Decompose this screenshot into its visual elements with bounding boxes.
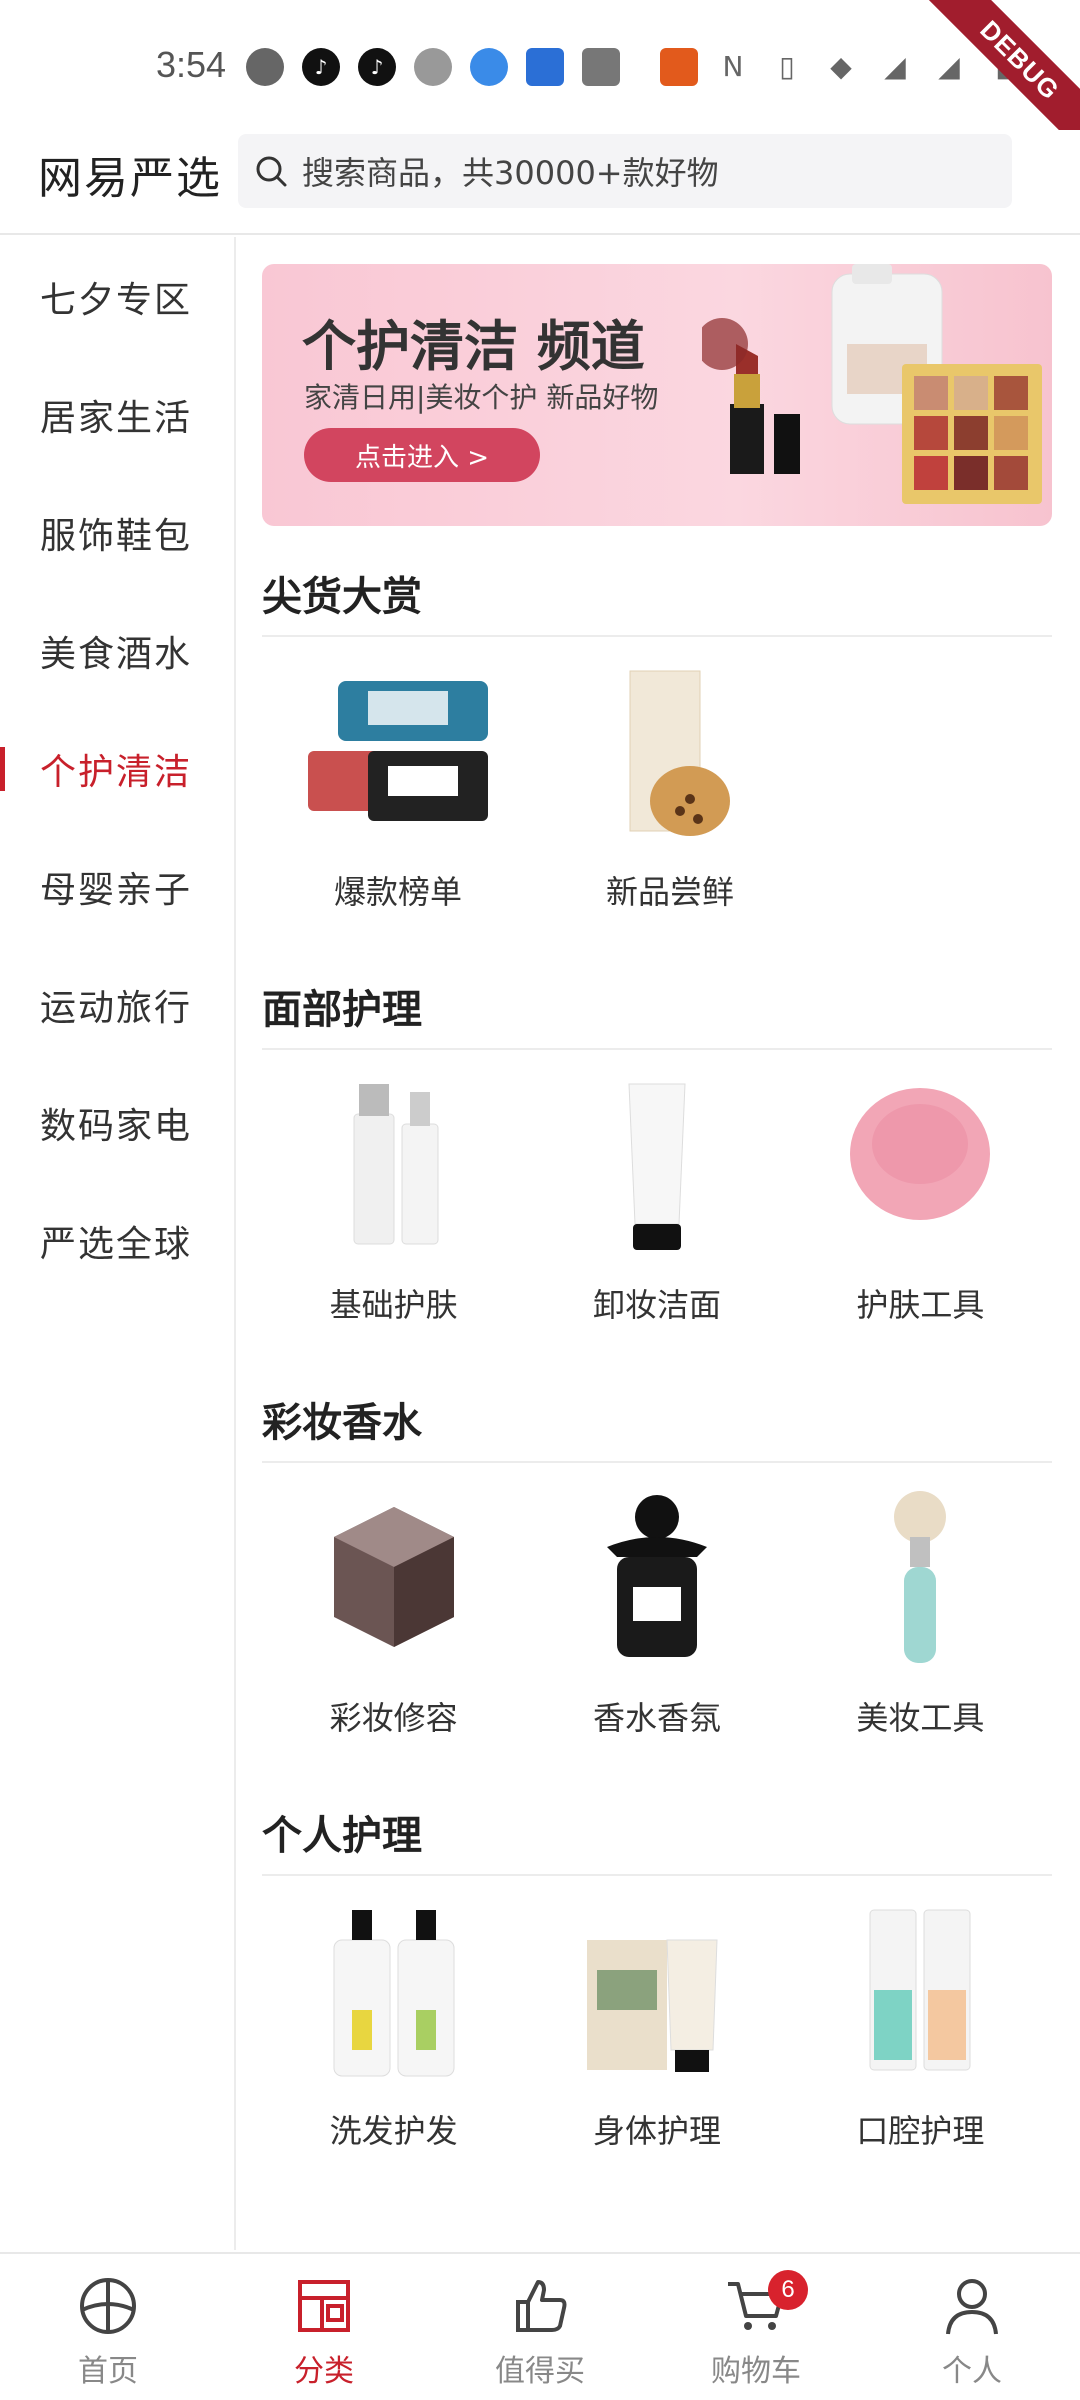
category-item[interactable]: 爆款榜单 [262, 661, 534, 913]
tab-cart[interactable]: 购物车 6 [648, 2254, 864, 2400]
category-content: 个护清洁 频道 家清日用|美妆个护 新品好物 点击进入 > 尖货大赏 爆款榜单 … [238, 237, 1080, 2250]
header: 网易严选 搜索商品，共30000+款好物 [0, 130, 1080, 235]
cart-count-badge: 6 [768, 2270, 808, 2310]
category-item-label: 口腔护理 [856, 2112, 985, 2150]
wallet-icon [582, 48, 620, 86]
compact-icon [304, 1487, 484, 1667]
app-notification-icon [246, 48, 284, 86]
tab-label: 首页 [78, 2354, 138, 2389]
search-placeholder: 搜索商品，共30000+款好物 [302, 154, 719, 192]
category-item-label: 卸妆洁面 [592, 1286, 721, 1324]
body-lotion-icon [567, 1900, 747, 2080]
brand-logo: 网易严选 [38, 153, 222, 204]
category-item[interactable]: 护肤工具 [789, 1074, 1052, 1326]
category-item[interactable]: 美妆工具 [789, 1487, 1052, 1739]
status-bar: 3:54 ♪ ♪ N ▯ ◆ ◢ ◢ ▮ DEBUG [0, 0, 1080, 168]
search-input[interactable]: 搜索商品，共30000+款好物 [238, 134, 1012, 208]
tab-home[interactable]: 首页 [0, 2254, 216, 2400]
tab-category[interactable]: 分类 [216, 2254, 432, 2400]
category-item-label: 美妆工具 [856, 1699, 985, 1737]
tab-label: 值得买 [495, 2354, 585, 2389]
notification-icons: ♪ ♪ [246, 44, 698, 90]
sidebar-item-home-living[interactable]: 居家生活 [0, 375, 236, 455]
section-title: 尖货大赏 [262, 557, 1052, 637]
banner-title: 个护清洁 频道 [302, 315, 645, 378]
sidebar-item-personal-care[interactable]: 个护清洁 [0, 729, 236, 809]
category-item-label: 新品尝鲜 [605, 873, 734, 911]
milk-tea-product-icon [580, 661, 760, 841]
sidebar-item-food-drinks[interactable]: 美食酒水 [0, 611, 236, 691]
banner-product-image [702, 264, 1042, 504]
vibrate-icon: ▯ [779, 49, 795, 83]
category-item-label: 香水香氛 [592, 1699, 721, 1737]
section-title: 个人护理 [262, 1796, 1052, 1876]
tab-profile[interactable]: 个人 [864, 2254, 1080, 2400]
category-item-label: 护肤工具 [856, 1286, 985, 1324]
face-brush-icon [830, 1074, 1010, 1254]
search-icon [256, 156, 287, 187]
category-item[interactable]: 卸妆洁面 [525, 1074, 788, 1326]
category-item[interactable]: 彩妆修容 [262, 1487, 525, 1739]
home-icon [80, 2278, 136, 2334]
tab-label: 分类 [294, 2354, 354, 2389]
skincare-bottles-icon [304, 1074, 484, 1254]
category-item[interactable]: 新品尝鲜 [534, 661, 806, 913]
sidebar-item-global[interactable]: 严选全球 [0, 1201, 236, 1281]
category-item-label: 洗发护发 [329, 2112, 458, 2150]
category-item[interactable]: 基础护肤 [262, 1074, 525, 1326]
banner-enter-button[interactable]: 点击进入 > [304, 428, 540, 482]
section-top-picks: 尖货大赏 爆款榜单 新品尝鲜 [262, 557, 1052, 913]
thumbs-up-icon [516, 2280, 567, 2332]
sidebar-item-electronics[interactable]: 数码家电 [0, 1083, 236, 1163]
category-item[interactable]: 口腔护理 [789, 1900, 1052, 2152]
sidebar-item-baby[interactable]: 母婴亲子 [0, 847, 236, 927]
system-icons: N ▯ ◆ ◢ ◢ ▮ [716, 46, 1020, 86]
tiktok-icon: ♪ [302, 48, 340, 86]
bottom-tab-bar: 首页 分类 值得买 购物车 6 个人 [0, 2252, 1080, 2400]
makeup-brush-icon [830, 1487, 1010, 1667]
category-item[interactable]: 身体护理 [525, 1900, 788, 2152]
category-item-label: 身体护理 [592, 2112, 721, 2150]
section-personal-care: 个人护理 洗发护发 身体护理 口腔护理 [262, 1796, 1052, 2152]
category-item[interactable]: 洗发护发 [262, 1900, 525, 2152]
category-item-label: 基础护肤 [329, 1286, 458, 1324]
no-signal-icon: ◢ [884, 49, 906, 83]
category-item-label: 彩妆修容 [329, 1699, 458, 1737]
browser-icon [470, 48, 508, 86]
tab-label: 购物车 [711, 2354, 801, 2389]
sidebar-item-apparel[interactable]: 服饰鞋包 [0, 493, 236, 573]
section-makeup-perfume: 彩妆香水 彩妆修容 香水香氛 美妆工具 [262, 1383, 1052, 1739]
section-face-care: 面部护理 基础护肤 卸妆洁面 护肤工具 [262, 970, 1052, 1326]
banner-subtitle: 家清日用|美妆个护 新品好物 [304, 381, 659, 414]
section-title: 面部护理 [262, 970, 1052, 1050]
game-app-icon [660, 48, 698, 86]
no-signal-icon: ◢ [938, 49, 960, 83]
sidebar-item-qixi[interactable]: 七夕专区 [0, 257, 236, 337]
shield-icon [414, 48, 452, 86]
category-sidebar: 七夕专区 居家生活 服饰鞋包 美食酒水 个护清洁 母婴亲子 运动旅行 数码家电 … [0, 237, 236, 2250]
nfc-icon: N [722, 49, 744, 83]
tab-worth-buying[interactable]: 值得买 [432, 2254, 648, 2400]
app-icon [526, 48, 564, 86]
shampoo-bottles-icon [304, 1900, 484, 2080]
storage-box-icon [308, 661, 488, 841]
toothpaste-icon [830, 1900, 1010, 2080]
category-item-label: 爆款榜单 [333, 873, 462, 911]
section-title: 彩妆香水 [262, 1383, 1052, 1463]
perfume-bottle-icon [567, 1487, 747, 1667]
tab-label: 个人 [942, 2354, 1002, 2389]
tiktok-icon: ♪ [358, 48, 396, 86]
status-time: 3:54 [156, 44, 227, 85]
category-item[interactable]: 香水香氛 [525, 1487, 788, 1739]
cleanser-tube-icon [567, 1074, 747, 1254]
person-icon [946, 2279, 998, 2335]
category-icon [298, 2280, 350, 2332]
sidebar-item-sports-travel[interactable]: 运动旅行 [0, 965, 236, 1045]
wifi-icon: ◆ [830, 49, 852, 83]
channel-banner[interactable]: 个护清洁 频道 家清日用|美妆个护 新品好物 点击进入 > [262, 264, 1052, 526]
